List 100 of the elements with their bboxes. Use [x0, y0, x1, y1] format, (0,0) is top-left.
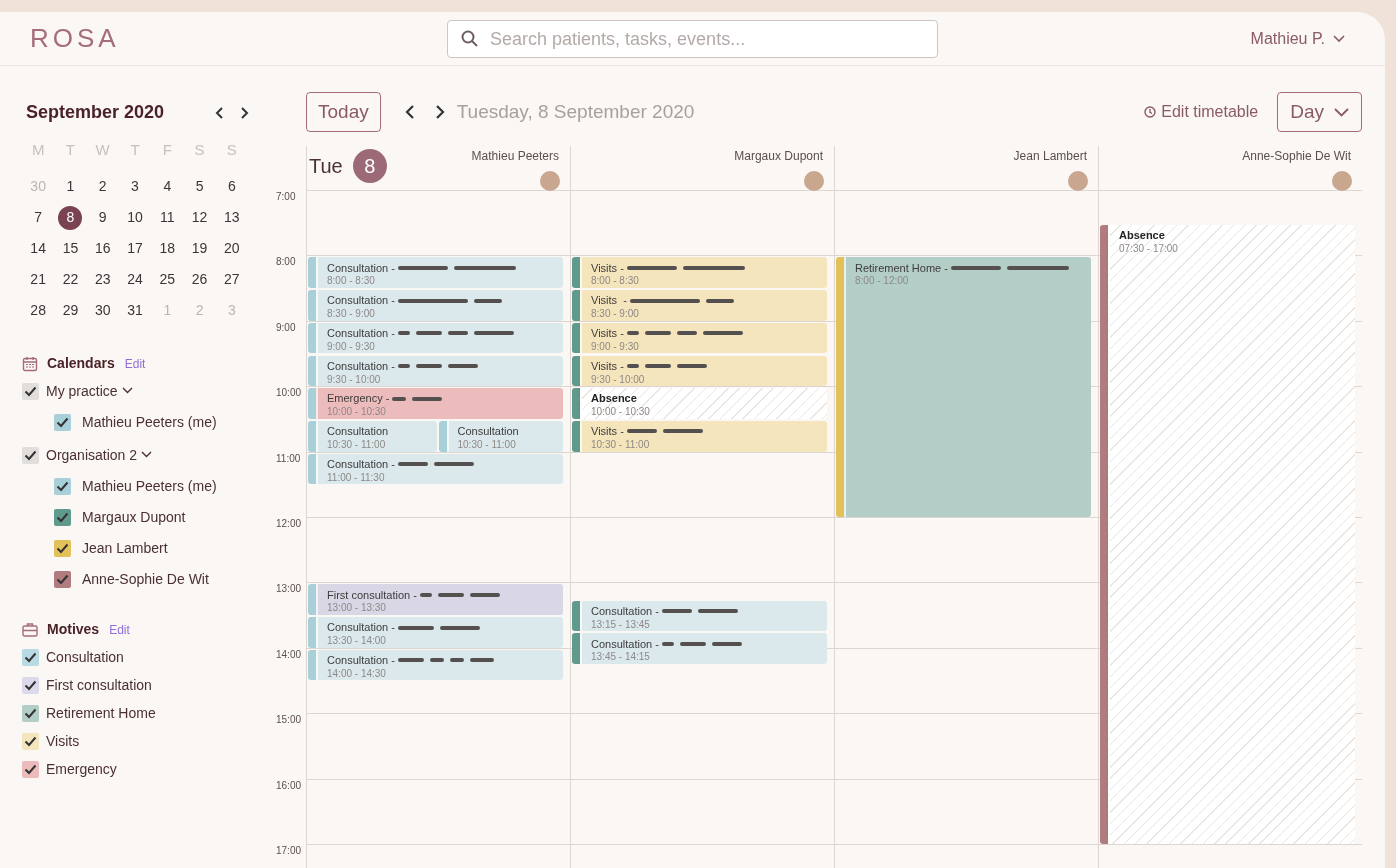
column-name: Mathieu Peeters: [471, 148, 559, 165]
event-time: 9:00 - 9:30: [327, 340, 376, 353]
edit-link[interactable]: Edit: [109, 620, 130, 639]
checkbox[interactable]: [54, 509, 71, 526]
weekday-label: F: [161, 140, 173, 160]
date-cell[interactable]: 23: [90, 267, 115, 292]
avatar: [540, 171, 560, 191]
column-name: Anne-Sophie De Wit: [1242, 148, 1351, 165]
date-cell[interactable]: 13: [219, 205, 244, 230]
date-cell[interactable]: 21: [26, 267, 51, 292]
date-cell[interactable]: 2: [90, 174, 115, 199]
event-title: Consultation -: [327, 293, 395, 309]
date-cell[interactable]: 27: [219, 267, 244, 292]
calendar-label: Margaux Dupont: [82, 508, 186, 527]
event-time: 8:30 - 9:00: [591, 308, 640, 321]
checkbox[interactable]: [22, 447, 39, 464]
checkbox[interactable]: [54, 540, 71, 557]
motive-label: Visits: [46, 731, 80, 751]
date-cell[interactable]: 24: [123, 267, 147, 292]
date-cell[interactable]: 5: [187, 174, 212, 199]
checkbox[interactable]: [22, 383, 39, 400]
date-cell[interactable]: 11: [155, 205, 180, 230]
event-time: 9:30 - 10:00: [591, 373, 646, 386]
date-cell[interactable]: 28: [26, 298, 51, 323]
date-cell[interactable]: 30: [90, 298, 115, 323]
checkbox[interactable]: [54, 414, 71, 431]
briefcase-icon: [22, 621, 38, 638]
date-cell[interactable]: 16: [90, 236, 115, 261]
hour-label: 9:00: [276, 320, 296, 335]
view-dropdown[interactable]: Day: [1277, 92, 1362, 132]
event-time: 10:00 - 10:30: [327, 406, 387, 419]
event-title: Visits -: [591, 293, 627, 309]
date-cell[interactable]: 22: [58, 267, 83, 292]
event-time: 13:00 - 13:30: [327, 602, 387, 615]
calendar-label: Mathieu Peeters (me): [82, 477, 217, 496]
event-title: Visits -: [591, 260, 624, 276]
checkbox[interactable]: [22, 732, 39, 750]
date-cell[interactable]: 9: [90, 205, 115, 230]
date-cell[interactable]: 6: [219, 174, 244, 199]
date-cell[interactable]: 14: [26, 236, 51, 261]
date-cell[interactable]: 19: [187, 236, 212, 261]
date-cell[interactable]: 7: [26, 205, 51, 230]
event-title: Visits -: [591, 358, 624, 374]
event-title: Absence: [1119, 227, 1165, 243]
date-cell[interactable]: 29: [58, 298, 83, 323]
user-menu[interactable]: Mathieu P.: [1250, 26, 1345, 51]
search-icon: [460, 29, 480, 49]
weekday-label: T: [129, 140, 141, 160]
date-cell[interactable]: 10: [123, 205, 147, 230]
hour-label: 11:00: [276, 451, 301, 466]
event-time: 11:00 - 11:30: [327, 471, 386, 484]
date-cell[interactable]: 18: [155, 236, 180, 261]
edit-timetable-button[interactable]: Edit timetable: [1144, 100, 1259, 124]
date-cell[interactable]: 17: [123, 236, 147, 261]
date-cell[interactable]: 8: [58, 205, 83, 230]
date-cell[interactable]: 1: [58, 174, 83, 199]
date-cell[interactable]: 3: [123, 174, 147, 199]
event-time: 8:30 - 9:00: [327, 308, 376, 321]
event-title: Consultation -: [591, 604, 659, 619]
hour-label: 10:00: [276, 386, 302, 401]
search-field[interactable]: Search patients, tasks, events...: [447, 20, 938, 58]
event-title: Consultation -: [327, 653, 395, 669]
date-cell[interactable]: 12: [187, 205, 212, 230]
current-date: Tuesday, 8 September 2020: [456, 99, 695, 124]
chevron-down-icon: [1334, 107, 1349, 117]
calendar-group-toggle[interactable]: Organisation 2: [46, 445, 153, 466]
hour-label: 15:00: [276, 713, 302, 728]
date-cell[interactable]: 25: [155, 267, 180, 292]
event-title: Retirement Home -: [855, 260, 948, 276]
today-button[interactable]: Today: [306, 92, 381, 132]
event-time: 9:30 - 10:00: [327, 373, 382, 386]
column-name: Margaux Dupont: [734, 148, 823, 165]
checkbox[interactable]: [54, 478, 71, 495]
event-time: 10:30 - 11:00: [457, 438, 517, 451]
checkbox[interactable]: [22, 760, 39, 778]
section-title: Motives: [47, 620, 100, 639]
checkbox[interactable]: [22, 704, 39, 722]
checkbox[interactable]: [54, 571, 71, 588]
checkbox[interactable]: [22, 676, 39, 694]
event-time: 8:00 - 8:30: [327, 275, 376, 288]
date-cell[interactable]: 20: [219, 236, 244, 261]
event-time: 9:00 - 9:30: [591, 340, 640, 353]
date-cell[interactable]: 4: [155, 174, 180, 199]
event-title: Consultation -: [327, 326, 395, 342]
checkbox[interactable]: [22, 648, 39, 666]
date-cell[interactable]: 15: [58, 236, 83, 261]
event-time: 10:30 - 11:00: [591, 438, 651, 451]
weekday-label: T: [64, 140, 76, 160]
chevron-down-icon: [1333, 34, 1345, 43]
date-cell[interactable]: 26: [187, 267, 212, 292]
date-cell[interactable]: 31: [123, 298, 147, 323]
event-title: Consultation: [457, 424, 519, 440]
calendar-group-toggle[interactable]: My practice: [46, 381, 133, 402]
event-title: Consultation: [327, 424, 389, 440]
chevron-down-icon: [121, 387, 133, 396]
hour-label: 7:00: [276, 190, 296, 204]
edit-link[interactable]: Edit: [124, 354, 146, 373]
motive-label: First consultation: [46, 675, 152, 695]
avatar: [804, 171, 824, 191]
clock-icon: [1144, 106, 1157, 118]
